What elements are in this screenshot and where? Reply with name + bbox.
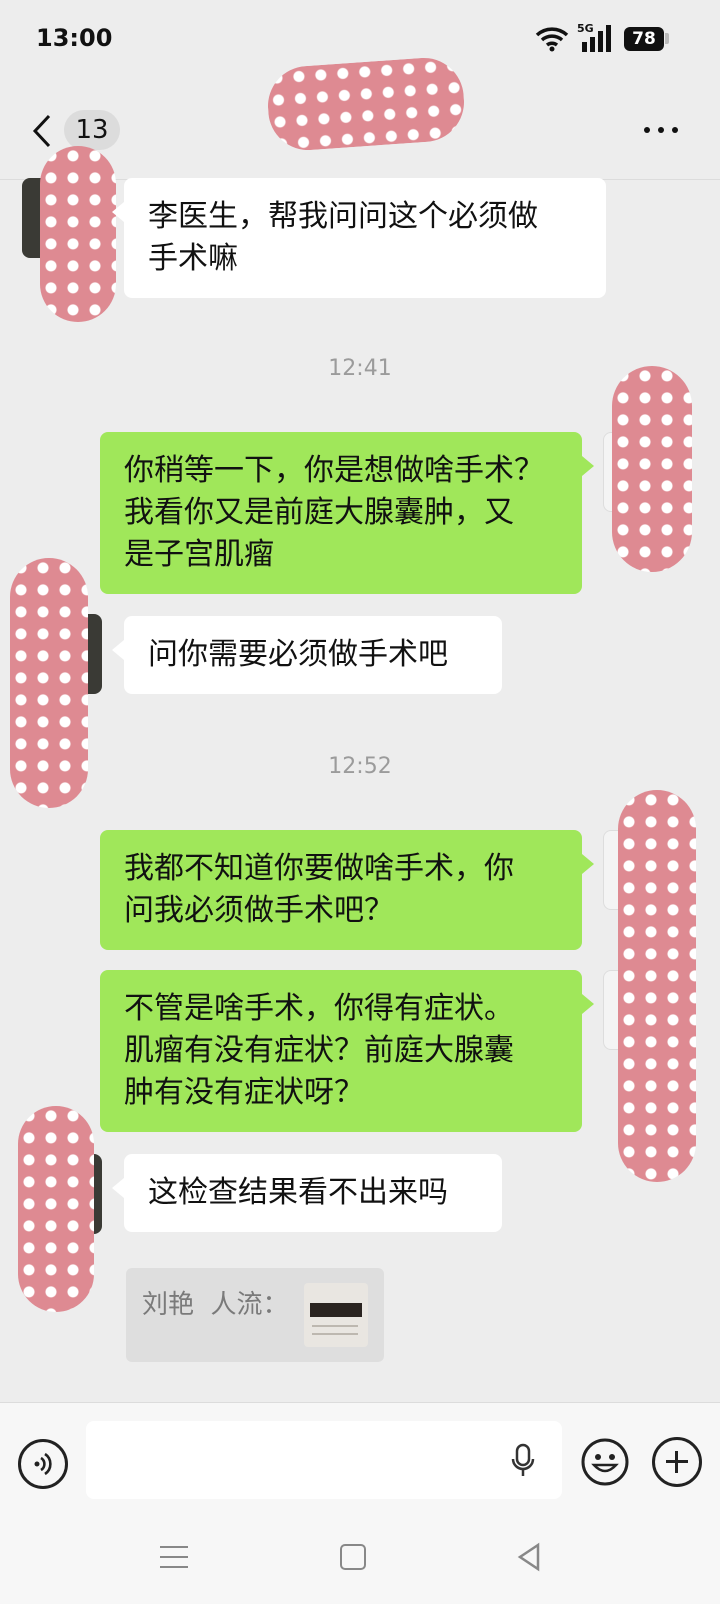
nav-back-icon[interactable] [516,1542,542,1572]
message-bubble-outgoing[interactable]: 我都不知道你要做啥手术，你 问我必须做手术吧？ [100,830,594,950]
message-timestamp: 12:52 [328,754,392,779]
redaction-overlay [40,146,116,322]
nav-menu-icon[interactable] [160,1546,188,1570]
plus-icon[interactable] [652,1437,702,1487]
more-icon [644,127,650,133]
battery-tip [665,33,669,44]
more-button[interactable] [640,118,690,138]
back-chevron-icon [32,114,51,148]
emoji-icon[interactable] [580,1437,630,1487]
redaction-overlay [618,790,696,1182]
input-bar [0,1402,720,1520]
voice-icon [34,1452,52,1476]
message-bubble-incoming[interactable]: 问你需要必须做手术吧 [112,616,502,694]
wifi-icon [535,27,569,52]
status-time: 13:00 [36,24,113,52]
mic-icon[interactable] [510,1443,536,1479]
battery-indicator: 78 [624,27,664,51]
voice-toggle-button[interactable] [18,1439,68,1489]
message-timestamp: 12:41 [328,356,392,381]
chat-screen: 13:00 5G 78 13 李医生，帮我问问这个必须做 手术嘛 12:41 你… [0,0,720,1604]
quote-thumbnail[interactable] [304,1283,368,1347]
unread-badge: 13 [64,110,120,150]
message-bubble-incoming[interactable]: 这检查结果看不出来吗 [112,1154,502,1232]
message-bubble-outgoing[interactable]: 你稍等一下，你是想做啥手术？ 我看你又是前庭大腺囊肿，又 是子宫肌瘤 [100,432,594,594]
quote-text: 刘艳 人流： [142,1290,289,1320]
message-bubble-incoming[interactable]: 李医生，帮我问问这个必须做 手术嘛 [112,178,606,298]
redaction-overlay [265,55,467,153]
message-input[interactable] [86,1421,562,1499]
nav-home-icon[interactable] [340,1544,366,1570]
message-bubble-outgoing[interactable]: 不管是啥手术，你得有症状。 肌瘤有没有症状？前庭大腺囊 肿有没有症状呀？ [100,970,594,1132]
system-nav-bar [0,1520,720,1604]
signal-icon [582,25,611,52]
redaction-overlay [612,366,692,572]
quoted-message[interactable]: 刘艳 人流： [126,1268,384,1362]
redaction-overlay [18,1106,94,1312]
